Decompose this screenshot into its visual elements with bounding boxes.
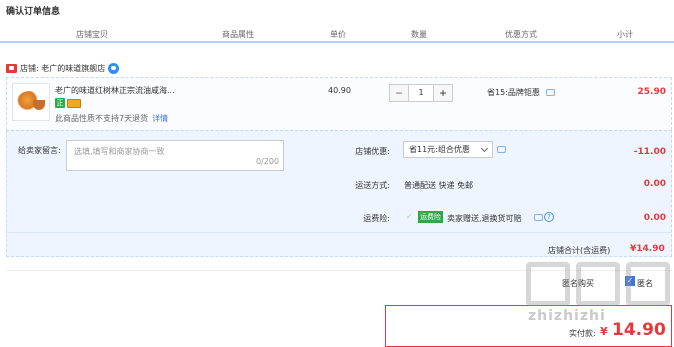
item-promo-text: 省15:品牌钜惠 (487, 87, 540, 98)
insurance-check-icon: ✓ (406, 212, 413, 221)
shipping-insurance-label: 运费险: (363, 214, 390, 223)
item-return-details-link[interactable]: 详情 (152, 114, 168, 123)
authentic-badge-icon: 正 (55, 98, 65, 108)
column-header-unit-price: 单价 (330, 30, 346, 39)
column-header-shop-item: 店铺宝贝 (76, 30, 108, 39)
item-unit-price: 40.90 (328, 86, 351, 95)
watermark-text: zhizhizhi (528, 308, 606, 324)
quantity-decrease-button[interactable]: − (390, 85, 408, 101)
shop-total-amount: ¥14.90 (630, 244, 665, 254)
insurance-help-icon[interactable]: ? (544, 212, 554, 222)
chat-seller-icon[interactable] (108, 62, 120, 74)
insurance-chat-icon[interactable] (534, 214, 543, 221)
chevron-down-icon (480, 144, 489, 153)
item-title-link[interactable]: 老广的味道红树林正宗流油咸海... (55, 85, 180, 96)
shipping-amount: 0.00 (643, 179, 666, 189)
column-header-subtotal: 小计 (617, 30, 633, 39)
watermark-glyph-3 (626, 262, 670, 306)
shipping-method-label: 运送方式: (355, 181, 390, 190)
item-return-note: 此商品性质不支持7天退货 详情 (55, 113, 168, 124)
shop-discount-amount: -11.00 (633, 147, 666, 157)
promo-info-chat-icon[interactable] (546, 89, 555, 96)
insurance-badge: 运费险 (418, 211, 443, 223)
seller-message-placeholder: 选填,填写和商家协商一致 (74, 147, 165, 156)
shop-discount-label: 店铺优惠: (355, 147, 390, 156)
quantity-input[interactable]: 1 (408, 85, 434, 101)
column-header-row: 店铺宝贝 商品属性 单价 数量 优惠方式 小计 (0, 27, 674, 43)
item-subtotal: 25.90 (637, 87, 666, 97)
credit-card-badge-icon (67, 99, 81, 108)
quantity-stepper: − 1 + (389, 84, 453, 102)
seller-message-label: 给卖家留言: (18, 146, 61, 155)
watermark-logo: zhizhizhi (524, 262, 674, 326)
column-header-quantity: 数量 (411, 30, 427, 39)
shop-row: 店铺: 老广的味道旗舰店 (6, 61, 120, 75)
column-header-attributes: 商品属性 (222, 30, 254, 39)
payment-label: 实付款: (569, 329, 596, 338)
shop-discount-select[interactable]: 省11元:组合优惠 (403, 141, 493, 158)
item-promo-label: 省15:品牌钜惠 (487, 88, 540, 97)
shop-name-link[interactable]: 店铺: 老广的味道旗舰店 (20, 63, 105, 74)
shop-total-label: 店铺合计(含运费) (548, 246, 611, 255)
shop-flag-icon (6, 63, 17, 73)
shipping-method-value: 普通配送 快递 免邮 (404, 181, 474, 190)
quantity-increase-button[interactable]: + (434, 85, 452, 101)
discount-info-chat-icon[interactable] (497, 146, 506, 153)
watermark-glyph-1 (526, 262, 570, 306)
seller-message-counter: 0/200 (256, 157, 280, 166)
shop-discount-selected-value: 省11元:组合优惠 (409, 145, 470, 154)
insurance-amount: 0.00 (643, 213, 666, 223)
item-return-note-text: 此商品性质不支持7天退货 (55, 114, 149, 123)
column-header-discount: 优惠方式 (505, 30, 537, 39)
watermark-glyph-2 (576, 262, 620, 306)
payment-currency-symbol: ¥ (600, 325, 608, 338)
insurance-description: 卖家赠送,退换货可赔 (447, 214, 522, 223)
page-title: 确认订单信息 (6, 7, 61, 17)
